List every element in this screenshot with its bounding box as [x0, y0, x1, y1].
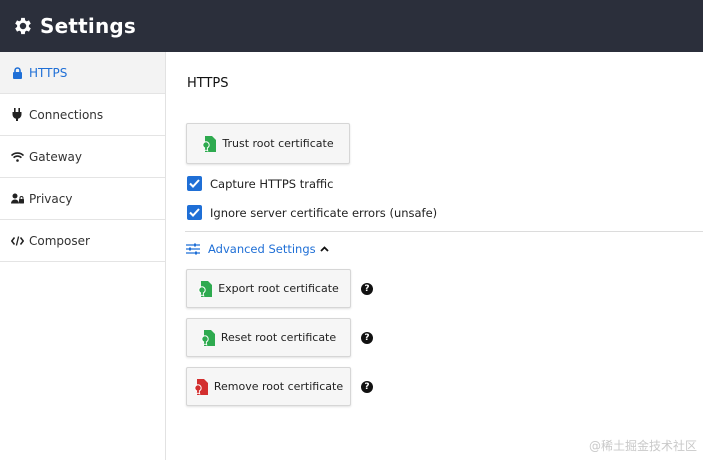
certificate-icon [194, 378, 208, 395]
app-title: Settings [40, 14, 137, 38]
remove-root-certificate-button[interactable]: Remove root certificate [186, 367, 351, 406]
certificate-icon [198, 280, 213, 297]
sidebar-item-label: Gateway [29, 149, 83, 164]
button-label: Trust root certificate [222, 137, 334, 150]
export-root-certificate-button[interactable]: Export root certificate [186, 269, 351, 308]
sidebar-item-https[interactable]: HTTPS [0, 52, 165, 94]
checkbox-label: Ignore server certificate errors (unsafe… [210, 205, 438, 220]
help-icon[interactable]: ? [361, 381, 373, 393]
certificate-icon [201, 329, 215, 346]
sidebar-item-gateway[interactable]: Gateway [0, 136, 165, 178]
plug-icon [10, 108, 24, 122]
ignore-cert-errors-checkbox[interactable] [187, 205, 202, 220]
sidebar-item-composer[interactable]: Composer [0, 220, 165, 262]
sliders-icon [186, 243, 200, 255]
wifi-icon [10, 150, 24, 164]
user-lock-icon [10, 192, 24, 206]
advanced-settings-label: Advanced Settings [208, 242, 316, 256]
watermark: @稀土掘金技术社区 [588, 439, 697, 453]
code-icon [10, 234, 24, 248]
button-label: Export root certificate [218, 282, 339, 295]
capture-https-row: Capture HTTPS traffic [187, 176, 334, 191]
capture-https-checkbox[interactable] [187, 176, 202, 191]
help-icon[interactable]: ? [361, 283, 373, 295]
lock-icon [10, 66, 24, 80]
main-panel: HTTPS Trust root certificate Capture HTT… [166, 52, 703, 460]
checkbox-label: Capture HTTPS traffic [210, 176, 334, 191]
page-title: HTTPS [187, 76, 229, 91]
divider [185, 231, 703, 232]
button-label: Reset root certificate [220, 331, 337, 344]
sidebar-item-label: Privacy [29, 191, 73, 206]
button-label: Remove root certificate [213, 380, 344, 393]
advanced-settings-toggle[interactable]: Advanced Settings [186, 242, 329, 256]
sidebar-item-connections[interactable]: Connections [0, 94, 165, 136]
trust-root-certificate-button[interactable]: Trust root certificate [186, 123, 350, 164]
sidebar: HTTPS Connections Gateway Privacy Compos… [0, 52, 166, 460]
sidebar-item-label: HTTPS [29, 65, 68, 80]
ignore-cert-errors-row: Ignore server certificate errors (unsafe… [187, 205, 437, 220]
sidebar-item-label: Composer [29, 233, 90, 248]
gear-icon [12, 15, 34, 37]
sidebar-item-label: Connections [29, 107, 104, 122]
app-header: Settings [0, 0, 703, 52]
certificate-icon [202, 135, 217, 152]
reset-root-certificate-button[interactable]: Reset root certificate [186, 318, 351, 357]
chevron-up-icon [320, 246, 329, 252]
sidebar-item-privacy[interactable]: Privacy [0, 178, 165, 220]
help-icon[interactable]: ? [361, 332, 373, 344]
